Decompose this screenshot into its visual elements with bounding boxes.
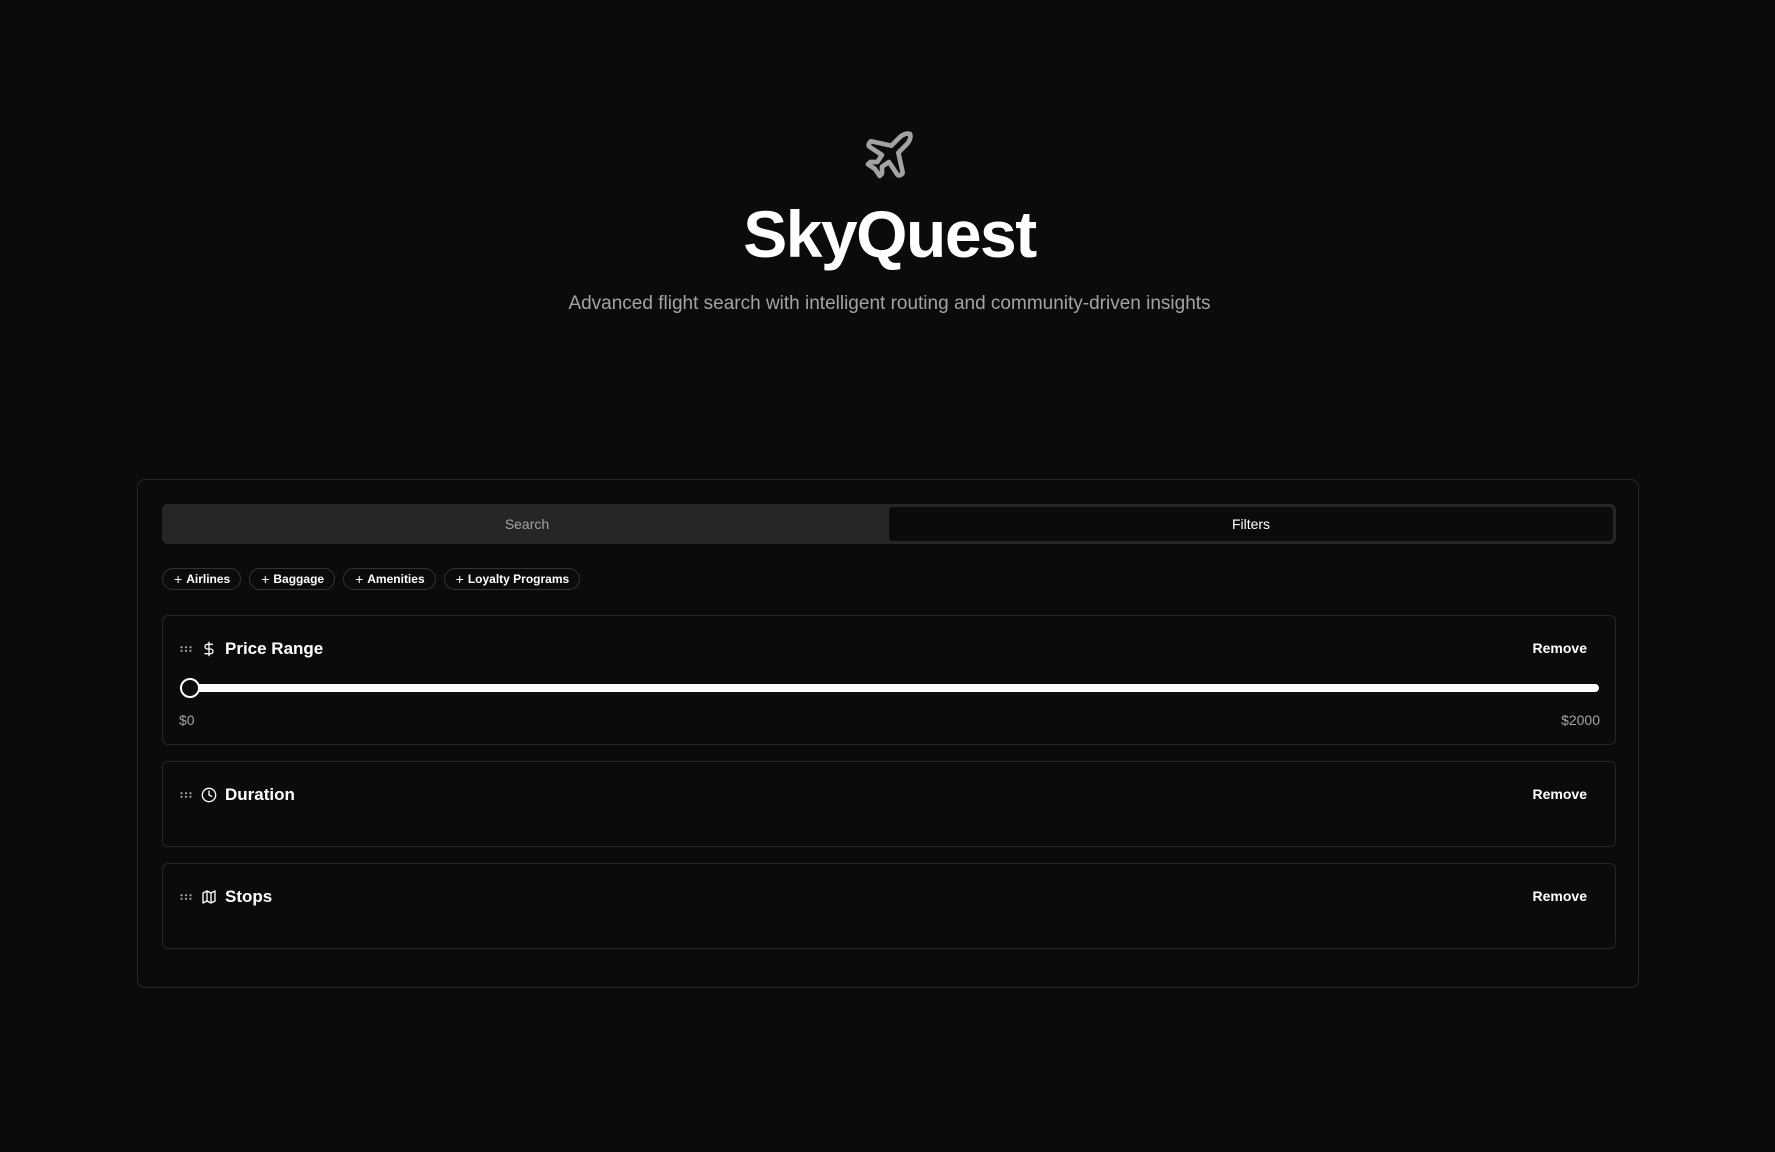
add-amenities-chip[interactable]: + Amenities (343, 568, 436, 590)
chip-label: Amenities (367, 572, 425, 586)
tab-search[interactable]: Search (165, 507, 889, 541)
tab-bar: Search Filters (162, 504, 1616, 544)
search-panel: Search Filters + Airlines + Baggage + Am… (137, 479, 1639, 988)
filter-card-stops: Stops Remove (162, 863, 1616, 949)
chip-label: Airlines (186, 572, 231, 586)
card-header: Duration (180, 785, 295, 805)
filter-card-price-range: Price Range Remove $0 $2000 (162, 615, 1616, 745)
add-airlines-chip[interactable]: + Airlines (162, 568, 242, 590)
plus-icon: + (261, 571, 270, 587)
add-loyalty-programs-chip[interactable]: + Loyalty Programs (443, 568, 581, 590)
chip-label: Loyalty Programs (467, 572, 570, 586)
plus-icon: + (355, 571, 364, 587)
plane-icon (865, 131, 913, 179)
app-subtitle: Advanced flight search with intelligent … (568, 293, 1211, 314)
filter-title: Stops (225, 887, 273, 906)
tab-filters[interactable]: Filters (889, 507, 1613, 541)
price-range-slider[interactable] (180, 678, 1599, 698)
plus-icon: + (455, 571, 464, 587)
drag-handle-icon[interactable] (180, 894, 192, 900)
slider-track[interactable] (180, 684, 1599, 692)
plus-icon: + (174, 571, 183, 587)
remove-price-range-button[interactable]: Remove (1533, 640, 1587, 656)
slider-thumb[interactable] (180, 678, 200, 698)
price-max-label: $2000 (1561, 712, 1600, 728)
drag-handle-icon[interactable] (180, 792, 192, 798)
remove-duration-button[interactable]: Remove (1533, 786, 1587, 802)
app-title: SkyQuest (743, 197, 1037, 271)
chip-label: Baggage (273, 572, 325, 586)
add-baggage-chip[interactable]: + Baggage (249, 568, 336, 590)
card-header: Stops (180, 887, 272, 907)
filter-title: Duration (225, 785, 295, 804)
card-header: Price Range (180, 639, 323, 659)
drag-handle-icon[interactable] (180, 646, 192, 652)
filter-title: Price Range (225, 639, 324, 658)
add-filter-chips: + Airlines + Baggage + Amenities + Loyal… (162, 568, 581, 590)
price-min-label: $0 (179, 712, 195, 728)
dollar-icon (204, 641, 214, 657)
remove-stops-button[interactable]: Remove (1533, 888, 1587, 904)
filter-card-duration: Duration Remove (162, 761, 1616, 847)
map-icon (202, 890, 216, 904)
clock-icon (201, 787, 217, 803)
